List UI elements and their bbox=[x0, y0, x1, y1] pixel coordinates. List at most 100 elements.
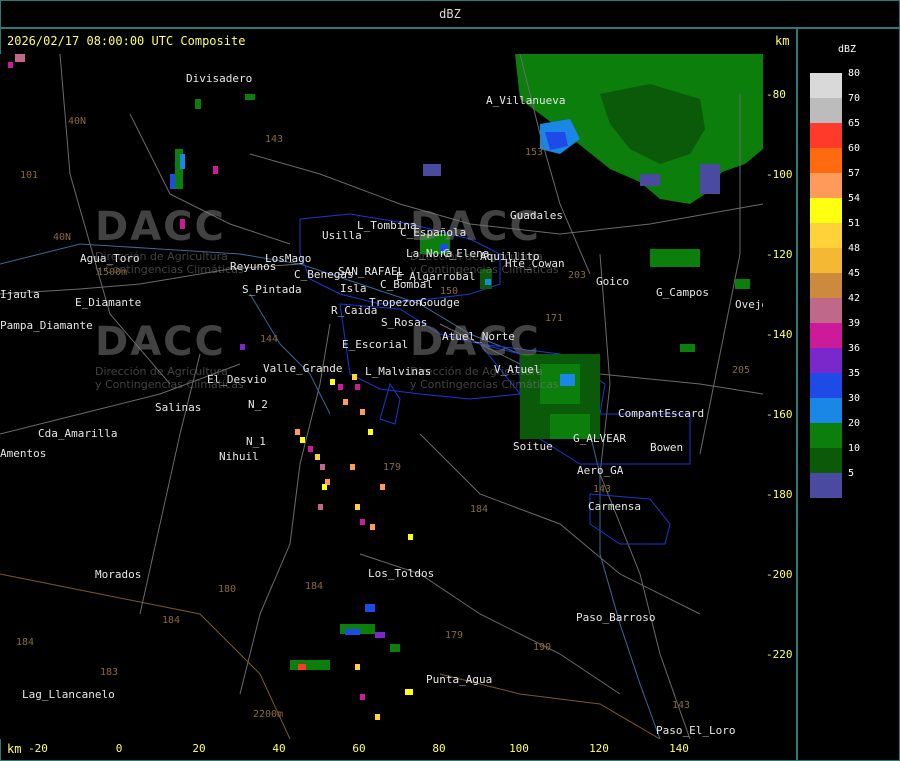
x-tick-label: -20 bbox=[28, 742, 48, 755]
map-title: 2026/02/17 08:00:00 UTC Composite bbox=[7, 34, 246, 48]
legend-label: 80 bbox=[848, 68, 861, 79]
place-label: Hte_Cowan bbox=[505, 257, 565, 270]
place-label: Los_Toldos bbox=[368, 567, 435, 580]
y-tick-label: -180 bbox=[766, 488, 793, 501]
route-label: 40N bbox=[68, 116, 87, 127]
place-label: Paso_El_Loro bbox=[656, 724, 736, 737]
legend-label: 48 bbox=[848, 243, 861, 254]
place-label: E_Diamante bbox=[75, 296, 142, 309]
place-label: Aero_GA bbox=[577, 464, 624, 477]
place-label: Soitue bbox=[513, 440, 553, 453]
place-label: Morados bbox=[95, 568, 142, 581]
place-label: Salinas bbox=[155, 401, 202, 414]
place-label: N_1 bbox=[246, 435, 266, 448]
legend-swatch bbox=[810, 348, 842, 373]
watermark: DACC Dirección de Agricultura y Continge… bbox=[95, 204, 244, 276]
legend-swatch bbox=[810, 248, 842, 273]
watermark-logo: DACC bbox=[95, 319, 226, 365]
place-label: Bowen bbox=[650, 441, 684, 454]
y-axis-unit: km bbox=[775, 34, 790, 48]
place-label: Tropezon bbox=[369, 296, 422, 309]
route-label: 101 bbox=[20, 170, 39, 181]
place-label: L_Malvinas bbox=[365, 365, 432, 378]
legend-swatch bbox=[810, 273, 842, 298]
route-label: 144 bbox=[260, 334, 279, 345]
legend-label: 20 bbox=[848, 418, 861, 429]
legend-label: 70 bbox=[848, 93, 861, 104]
legend-label: 36 bbox=[848, 343, 861, 354]
place-label: CompantEscard bbox=[618, 407, 705, 420]
x-tick-label: 60 bbox=[352, 742, 366, 755]
route-label: 179 bbox=[445, 630, 464, 641]
route-label: 143 bbox=[672, 700, 691, 711]
legend-swatch bbox=[810, 373, 842, 398]
place-label: E_Escorial bbox=[342, 338, 409, 351]
place-label: Nihuil bbox=[219, 450, 259, 463]
route-label: 205 bbox=[732, 365, 751, 376]
place-label: Guadales bbox=[510, 209, 563, 222]
x-axis-unit: km bbox=[7, 742, 22, 756]
x-tick-label: 120 bbox=[589, 742, 609, 755]
y-tick-label: -200 bbox=[766, 568, 793, 581]
route-label: 143 bbox=[265, 134, 284, 145]
legend-label: 45 bbox=[848, 268, 861, 279]
place-label: V_Atuel bbox=[494, 363, 541, 376]
x-tick-label: 0 bbox=[115, 742, 123, 755]
route-label: 184 bbox=[162, 615, 181, 626]
legend-swatch bbox=[810, 223, 842, 248]
place-label: Lag_Llancanelo bbox=[22, 688, 115, 701]
place-label: A_Villanueva bbox=[486, 94, 566, 107]
route-label: 184 bbox=[305, 581, 324, 592]
legend-label: 5 bbox=[848, 468, 855, 479]
route-label: 184 bbox=[470, 504, 489, 515]
watermark-logo: DACC bbox=[95, 204, 226, 250]
radar-canvas bbox=[0, 54, 763, 739]
header-title: dBZ bbox=[439, 7, 461, 21]
legend-swatch bbox=[810, 423, 842, 448]
place-label: S_Pintada bbox=[242, 283, 302, 296]
legend-swatch bbox=[810, 173, 842, 198]
route-label: 203 bbox=[568, 270, 587, 281]
place-label: Carmensa bbox=[588, 500, 641, 513]
x-tick-label: 140 bbox=[669, 742, 689, 755]
legend-label: 51 bbox=[848, 218, 861, 229]
legend-swatch bbox=[810, 398, 842, 423]
legend-swatch bbox=[810, 473, 842, 498]
place-label: LosMago bbox=[265, 252, 312, 265]
watermark-line2: y Contingencias Climáticas bbox=[410, 378, 559, 391]
legend-label: 57 bbox=[848, 168, 861, 179]
route-label: 171 bbox=[545, 313, 564, 324]
y-tick-label: -100 bbox=[766, 168, 793, 181]
place-label: C_Española bbox=[400, 226, 467, 239]
place-label: Pampa_Diamante bbox=[0, 319, 93, 332]
place-label: El_Desvio bbox=[207, 373, 267, 386]
route-label: 40N bbox=[53, 232, 72, 243]
place-label: C_Bombal bbox=[380, 278, 433, 291]
route-label: 143 bbox=[593, 484, 612, 495]
y-tick-label: -140 bbox=[766, 328, 793, 341]
legend-label: 39 bbox=[848, 318, 861, 329]
x-tick-label: 80 bbox=[432, 742, 446, 755]
legend-label: 42 bbox=[848, 293, 861, 304]
route-label: 179 bbox=[383, 462, 402, 473]
place-label: Cda_Amarilla bbox=[38, 427, 118, 440]
place-label: Amentos bbox=[0, 447, 47, 460]
legend-title: dBZ bbox=[838, 44, 857, 55]
legend-label: 60 bbox=[848, 143, 861, 154]
place-label: Atuel_Norte bbox=[442, 330, 515, 343]
radar-map[interactable]: DACC Dirección de Agricultura y Continge… bbox=[0, 54, 763, 739]
legend-label: 65 bbox=[848, 118, 861, 129]
x-tick-label: 40 bbox=[272, 742, 286, 755]
y-tick-label: -80 bbox=[766, 88, 786, 101]
place-label: Agua_Toro bbox=[80, 252, 140, 265]
route-label: 180 bbox=[218, 584, 237, 595]
place-label: Valle_Grande bbox=[263, 362, 343, 375]
place-label: Goico bbox=[596, 275, 630, 288]
top-bar: dBZ bbox=[0, 0, 900, 28]
place-label: Oveje bbox=[735, 298, 763, 311]
place-label: S_Rosas bbox=[381, 316, 428, 329]
place-label: N_2 bbox=[248, 398, 268, 411]
place-label: Usilla bbox=[322, 229, 362, 242]
place-label: Ijaula bbox=[0, 288, 40, 301]
y-tick-label: -220 bbox=[766, 648, 793, 661]
